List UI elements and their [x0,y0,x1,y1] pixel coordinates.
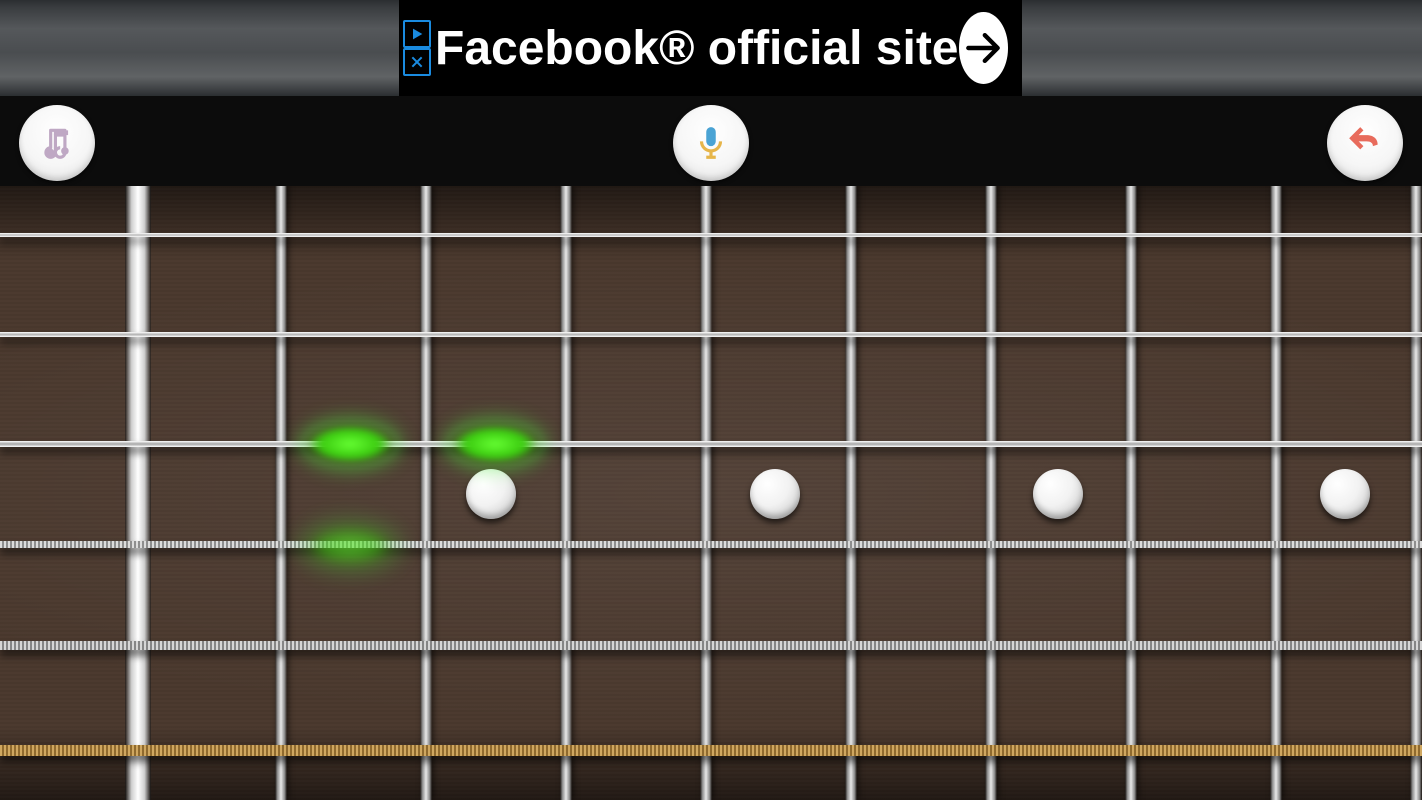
microphone-button[interactable] [673,105,749,181]
inlay-dot-fret-7 [1033,469,1083,519]
ad-text: Facebook® official site [435,21,959,76]
music-note-icon [38,124,76,162]
finger-marker-fret2-string3 [305,424,395,464]
string-1[interactable] [0,233,1422,237]
fret-9 [1410,186,1422,800]
ad-close-icon[interactable] [403,48,431,76]
ad-arrow-button[interactable] [959,12,1009,84]
string-3[interactable] [0,441,1422,447]
fret-2 [420,186,432,800]
string-2[interactable] [0,332,1422,337]
ad-choices[interactable] [403,20,431,76]
string-5[interactable] [0,641,1422,650]
arrow-right-icon [961,26,1005,70]
guitar-fretboard[interactable] [0,186,1422,800]
ad-play-icon[interactable] [403,20,431,48]
toolbar [0,96,1422,186]
fretboard-nut [125,186,151,800]
fret-5 [845,186,857,800]
fret-8 [1270,186,1282,800]
finger-marker-fret3-string3 [450,424,540,464]
inlay-dot-fret-5 [750,469,800,519]
inlay-dot-fret-3 [466,469,516,519]
fret-4 [700,186,712,800]
fret-3 [560,186,572,800]
fret-7 [1125,186,1137,800]
ad-banner[interactable]: Facebook® official site [399,0,1022,96]
back-button[interactable] [1327,105,1403,181]
string-4[interactable] [0,541,1422,548]
inlay-dot-fret-9 [1320,469,1370,519]
music-button[interactable] [19,105,95,181]
undo-arrow-icon [1346,124,1384,162]
microphone-icon [692,124,730,162]
finger-marker-fret2-string4 [305,526,395,566]
string-6[interactable] [0,745,1422,756]
fret-1 [275,186,287,800]
fret-6 [985,186,997,800]
